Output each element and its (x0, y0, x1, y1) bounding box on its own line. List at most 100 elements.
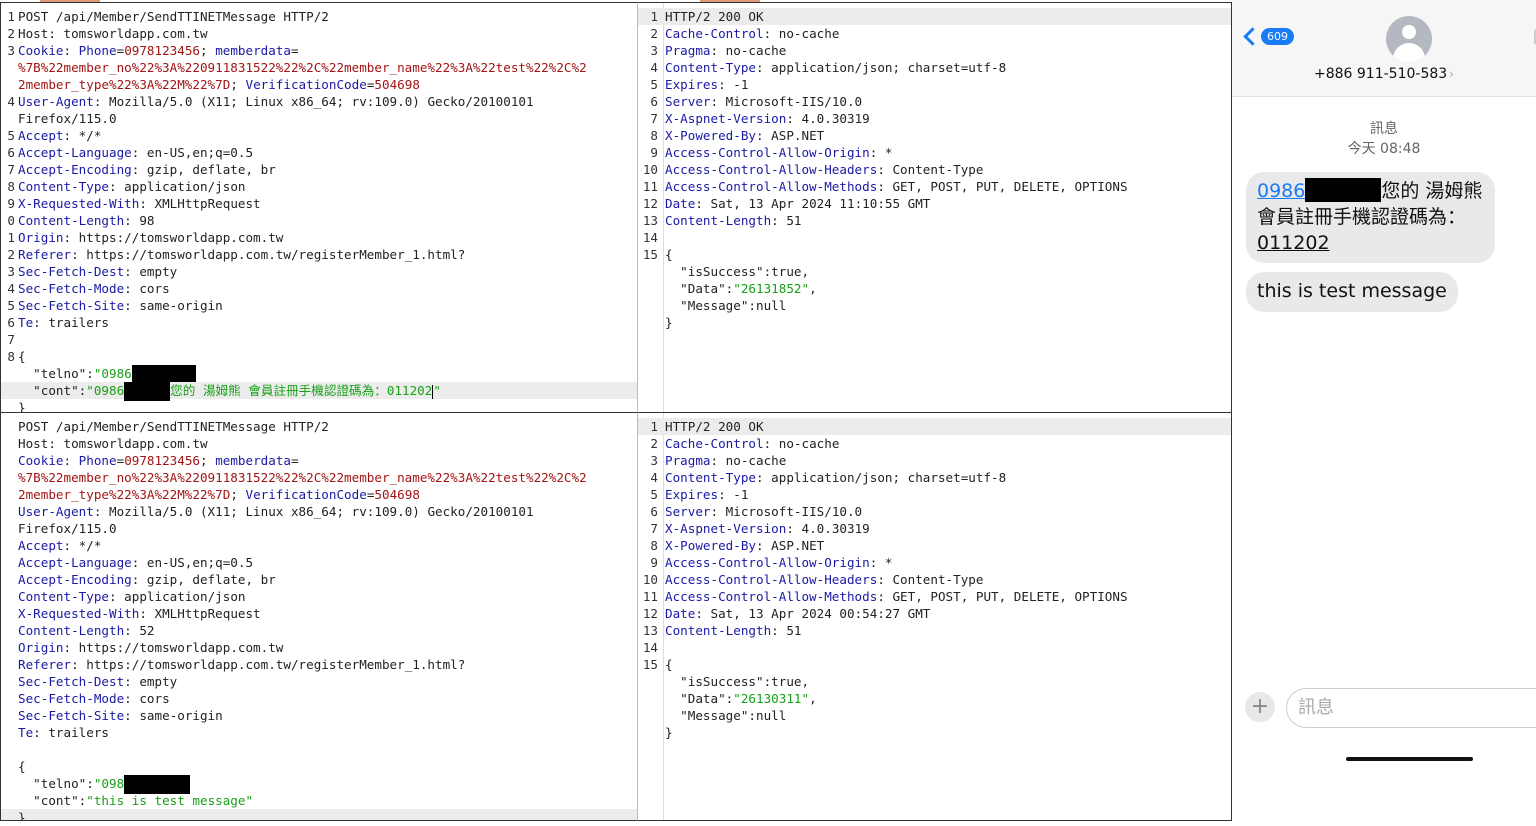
avatar[interactable] (1386, 16, 1432, 62)
code-line[interactable]: 2member_type%22%3A%22M%22%7D; Verificati… (1, 486, 637, 503)
code-line[interactable]: Firefox/115.0 (1, 520, 637, 537)
code-line[interactable]: 8 X-Powered-By: ASP.NET (638, 537, 1231, 554)
code-line[interactable]: 6 Server: Microsoft-IIS/10.0 (638, 93, 1231, 110)
code-line[interactable]: 8 Content-Type: application/json (1, 178, 637, 195)
code-line[interactable]: "telno":"0986 (1, 365, 637, 384)
code-line[interactable]: 9 Access-Control-Allow-Origin: * (638, 554, 1231, 571)
code-line[interactable]: 9 X-Requested-With: XMLHttpRequest (1, 195, 637, 212)
code-line[interactable]: 3 Sec-Fetch-Dest: empty (1, 263, 637, 280)
code-line[interactable]: Sec-Fetch-Mode: cors (1, 690, 637, 707)
code-line[interactable]: 7 (1, 331, 637, 348)
code-line[interactable]: 6 Server: Microsoft-IIS/10.0 (638, 503, 1231, 520)
code-line[interactable]: 5 Expires: -1 (638, 76, 1231, 93)
code-line[interactable]: 1 Origin: https://tomsworldapp.com.tw (1, 229, 637, 246)
code-line[interactable]: Origin: https://tomsworldapp.com.tw (1, 639, 637, 656)
code-line[interactable]: 11 Access-Control-Allow-Methods: GET, POS… (638, 588, 1231, 605)
code-line[interactable]: } (1, 399, 637, 413)
code-line[interactable]: Firefox/115.0 (1, 110, 637, 127)
message-bubble[interactable]: 0986 您的 湯姆熊 會員註冊手機認證碼為： 011202 (1246, 172, 1495, 263)
verification-code[interactable]: 011202 (1257, 232, 1330, 254)
code-line[interactable]: 8 X-Powered-By: ASP.NET (638, 127, 1231, 144)
code-line[interactable]: 1 HTTP/2 200 OK (638, 8, 1231, 25)
phone-link[interactable]: 0986 (1257, 180, 1305, 202)
code-line[interactable]: Te: trailers (1, 724, 637, 741)
code-line[interactable]: 5 Expires: -1 (638, 486, 1231, 503)
code-line[interactable]: Content-Length: 52 (1, 622, 637, 639)
code-line[interactable]: "cont":"this is test message" (1, 792, 637, 809)
code-line[interactable]: "Message":null (638, 297, 1231, 314)
plus-icon[interactable]: + (1245, 692, 1275, 722)
code-line[interactable]: %7B%22member_no%22%3A%220911831522%22%2C… (1, 469, 637, 486)
code-line[interactable]: Referer: https://tomsworldapp.com.tw/reg… (1, 656, 637, 673)
code-line[interactable]: 12 Date: Sat, 13 Apr 2024 00:54:27 GMT (638, 605, 1231, 622)
code-line[interactable]: 13 Content-Length: 51 (638, 622, 1231, 639)
code-line[interactable]: Accept-Language: en-US,en;q=0.5 (1, 554, 637, 571)
code-line[interactable]: Sec-Fetch-Site: same-origin (1, 707, 637, 724)
message-input[interactable]: 訊息 (1286, 688, 1536, 728)
code-line[interactable]: } (1, 809, 637, 820)
code-line[interactable]: X-Requested-With: XMLHttpRequest (1, 605, 637, 622)
code-line[interactable]: "telno":"098 (1, 775, 637, 794)
code-line[interactable]: 5 Accept: */* (1, 127, 637, 144)
code-area[interactable]: 1 HTTP/2 200 OK 2 Cache-Control: no-cache 3 P… (638, 8, 1231, 331)
response-viewer-2[interactable]: 1 HTTP/2 200 OK 2 Cache-Control: no-cache 3 P… (637, 412, 1232, 821)
code-line[interactable]: 6 Accept-Language: en-US,en;q=0.5 (1, 144, 637, 161)
code-line[interactable]: 1 HTTP/2 200 OK (638, 418, 1231, 435)
code-line[interactable]: 7 X-Aspnet-Version: 4.0.30319 (638, 520, 1231, 537)
code-line[interactable]: 4 Sec-Fetch-Mode: cors (1, 280, 637, 297)
code-line[interactable]: 5 Sec-Fetch-Site: same-origin (1, 297, 637, 314)
code-line[interactable]: 14 (638, 229, 1231, 246)
code-line[interactable]: "Data":"26131852", (638, 280, 1231, 297)
code-line[interactable]: } (638, 724, 1231, 741)
code-line[interactable]: 3 Pragma: no-cache (638, 42, 1231, 59)
code-line[interactable]: 2 Referer: https://tomsworldapp.com.tw/re… (1, 246, 637, 263)
code-line[interactable] (1, 741, 637, 758)
code-line[interactable]: Accept-Encoding: gzip, deflate, br (1, 571, 637, 588)
code-line[interactable]: 13 Content-Length: 51 (638, 212, 1231, 229)
code-line[interactable]: Cookie: Phone=0978123456; memberdata= (1, 452, 637, 469)
code-line[interactable]: 7 X-Aspnet-Version: 4.0.30319 (638, 110, 1231, 127)
code-line[interactable]: 4 Content-Type: application/json; charset… (638, 469, 1231, 486)
code-line[interactable]: 12 Date: Sat, 13 Apr 2024 11:10:55 GMT (638, 195, 1231, 212)
code-line[interactable]: 6 Te: trailers (1, 314, 637, 331)
code-line[interactable]: %7B%22member_no%22%3A%220911831522%22%2C… (1, 59, 637, 76)
code-line[interactable]: 2 Host: tomsworldapp.com.tw (1, 25, 637, 42)
code-line[interactable]: 10 Access-Control-Allow-Headers: Content-… (638, 571, 1231, 588)
code-line[interactable]: 15 { (638, 656, 1231, 673)
message-bubble[interactable]: this is test message (1246, 272, 1458, 312)
code-line[interactable]: 3 Cookie: Phone=0978123456; memberdata= (1, 42, 637, 59)
code-area[interactable]: POST /api/Member/SendTTINETMessage HTTP/… (1, 418, 637, 820)
code-line[interactable]: "Message":null (638, 707, 1231, 724)
code-area[interactable]: 1 HTTP/2 200 OK 2 Cache-Control: no-cache 3 P… (638, 418, 1231, 741)
code-line[interactable]: 9 Access-Control-Allow-Origin: * (638, 144, 1231, 161)
code-line[interactable]: User-Agent: Mozilla/5.0 (X11; Linux x86_… (1, 503, 637, 520)
request-editor-1[interactable]: 1 POST /api/Member/SendTTINETMessage HTTP… (0, 2, 637, 413)
request-editor-2[interactable]: POST /api/Member/SendTTINETMessage HTTP/… (0, 412, 637, 821)
code-line[interactable]: 3 Pragma: no-cache (638, 452, 1231, 469)
code-line[interactable]: 7 Accept-Encoding: gzip, deflate, br (1, 161, 637, 178)
code-line[interactable]: Sec-Fetch-Dest: empty (1, 673, 637, 690)
code-line[interactable]: 11 Access-Control-Allow-Methods: GET, POS… (638, 178, 1231, 195)
code-line[interactable]: 1 POST /api/Member/SendTTINETMessage HTTP… (1, 8, 637, 25)
code-line[interactable]: 15 { (638, 246, 1231, 263)
code-line[interactable]: 0 Content-Length: 98 (1, 212, 637, 229)
code-line[interactable]: { (1, 758, 637, 775)
code-line[interactable]: 2 Cache-Control: no-cache (638, 435, 1231, 452)
code-line[interactable]: "Data":"26130311", (638, 690, 1231, 707)
code-line[interactable]: 8{ (1, 348, 637, 365)
contact-name[interactable]: +886 911-510-583 › (1232, 66, 1536, 82)
code-line[interactable]: Content-Type: application/json (1, 588, 637, 605)
code-line[interactable]: 2 Cache-Control: no-cache (638, 25, 1231, 42)
code-line[interactable]: 10 Access-Control-Allow-Headers: Content-… (638, 161, 1231, 178)
code-line[interactable]: "isSuccess":true, (638, 263, 1231, 280)
code-line[interactable]: "isSuccess":true, (638, 673, 1231, 690)
code-line[interactable]: } (638, 314, 1231, 331)
code-line[interactable]: 4 User-Agent: Mozilla/5.0 (X11; Linux x86… (1, 93, 637, 110)
code-line[interactable]: 4 Content-Type: application/json; charset… (638, 59, 1231, 76)
code-line[interactable]: Host: tomsworldapp.com.tw (1, 435, 637, 452)
code-line[interactable]: Accept: */* (1, 537, 637, 554)
response-viewer-1[interactable]: 1 HTTP/2 200 OK 2 Cache-Control: no-cache 3 P… (637, 2, 1232, 413)
code-line[interactable]: 2member_type%22%3A%22M%22%7D; Verificati… (1, 76, 637, 93)
code-area[interactable]: 1 POST /api/Member/SendTTINETMessage HTTP… (1, 8, 637, 413)
code-line[interactable]: POST /api/Member/SendTTINETMessage HTTP/… (1, 418, 637, 435)
